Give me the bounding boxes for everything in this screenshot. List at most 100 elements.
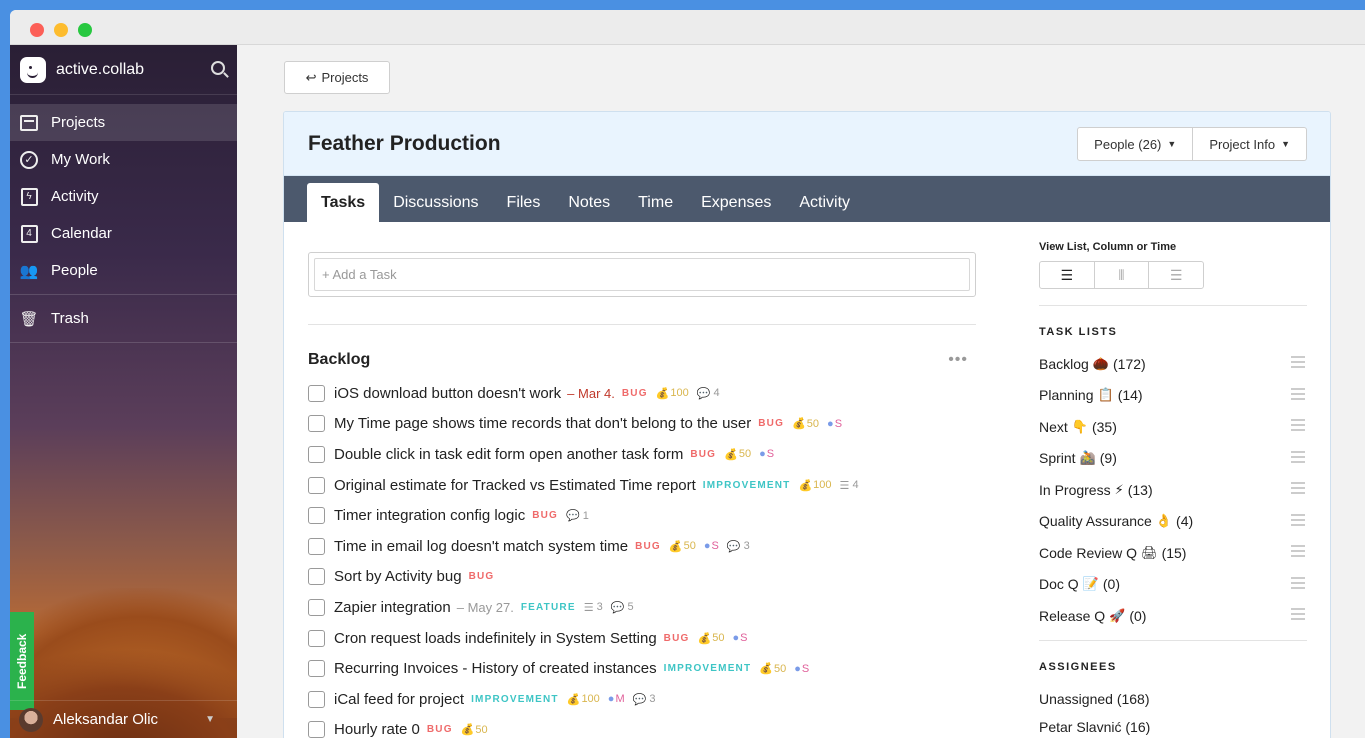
- user-menu[interactable]: Aleksandar Olic ▼: [10, 700, 237, 738]
- project-info-button[interactable]: Project Info ▼: [1193, 127, 1307, 161]
- task-list-item[interactable]: Code Review Q 🖨 (15): [1039, 537, 1307, 569]
- add-task-input[interactable]: [314, 258, 970, 291]
- task-checkbox[interactable]: [308, 629, 325, 647]
- task-checkbox[interactable]: [308, 598, 325, 616]
- close-window-button[interactable]: [30, 23, 44, 37]
- zoom-window-button[interactable]: [78, 23, 92, 37]
- task-checkbox[interactable]: [308, 690, 325, 708]
- task-list-count: (0): [1129, 607, 1147, 624]
- task-checkbox[interactable]: [308, 415, 325, 433]
- title-bar: [10, 10, 1365, 45]
- task-name[interactable]: Cron request loads indefinitely in Syste…: [334, 630, 657, 647]
- sidebar-item-projects[interactable]: Projects: [10, 104, 237, 141]
- task-label: BUG: [426, 724, 453, 736]
- drag-handle-icon[interactable]: [1291, 356, 1305, 368]
- feedback-tab[interactable]: Feedback: [10, 612, 34, 710]
- task-name[interactable]: Hourly rate 0: [334, 721, 420, 738]
- task-row[interactable]: Sort by Activity bug BUG: [308, 562, 976, 593]
- task-checkbox[interactable]: [308, 476, 325, 494]
- drag-handle-icon[interactable]: [1291, 545, 1305, 557]
- task-size-value: S: [711, 540, 719, 553]
- sidebar-item-trash[interactable]: 🗑 Trash: [10, 300, 237, 337]
- drag-handle-icon[interactable]: [1291, 608, 1305, 620]
- task-list-name: Quality Assurance: [1039, 513, 1152, 530]
- task-row[interactable]: Double click in task edit form open anot…: [308, 439, 976, 470]
- drag-handle-icon[interactable]: [1291, 387, 1305, 400]
- task-name[interactable]: My Time page shows time records that don…: [334, 415, 751, 432]
- task-list-item[interactable]: Quality Assurance 👌 (4): [1039, 506, 1307, 538]
- sidebar-item-activity[interactable]: ϟ Activity: [10, 178, 237, 215]
- drag-handle-icon[interactable]: [1291, 513, 1305, 526]
- task-name[interactable]: Original estimate for Tracked vs Estimat…: [334, 477, 696, 494]
- sidebar-item-calendar[interactable]: 4 Calendar: [10, 215, 237, 252]
- tab-notes[interactable]: Notes: [554, 183, 624, 222]
- caret-down-icon: ▼: [1281, 139, 1290, 149]
- task-list-item[interactable]: In Progress ⚡ (13): [1039, 474, 1307, 506]
- task-row[interactable]: Hourly rate 0 BUG 💰 50: [308, 715, 976, 738]
- assignees-title: ASSIGNEES: [1039, 660, 1117, 673]
- task-list-item[interactable]: Next 👇 (35): [1039, 411, 1307, 443]
- task-row[interactable]: iCal feed for project IMPROVEMENT 💰 100 ● M 💬 …: [308, 684, 976, 715]
- sidebar-item-people[interactable]: 👥 People: [10, 252, 237, 289]
- task-row[interactable]: Original estimate for Tracked vs Estimat…: [308, 470, 976, 501]
- task-row[interactable]: iOS download button doesn't work – Mar 4.…: [308, 378, 976, 409]
- task-checkbox[interactable]: [308, 721, 325, 738]
- task-name[interactable]: Sort by Activity bug: [334, 568, 462, 585]
- drag-handle-icon[interactable]: [1291, 482, 1305, 494]
- timeline-view-button[interactable]: ☰: [1149, 262, 1203, 288]
- task-label: IMPROVEMENT: [471, 693, 559, 705]
- search-icon[interactable]: [211, 61, 225, 75]
- tab-discussions[interactable]: Discussions: [379, 183, 492, 222]
- task-name[interactable]: Recurring Invoices - History of created …: [334, 660, 657, 677]
- task-checkbox[interactable]: [308, 537, 325, 555]
- task-checkbox[interactable]: [308, 568, 325, 586]
- sidebar-item-my-work[interactable]: ✓ My Work: [10, 141, 237, 178]
- task-name[interactable]: iOS download button doesn't work: [334, 385, 561, 402]
- assignee-item[interactable]: Unassigned (168): [1039, 685, 1307, 713]
- tab-files[interactable]: Files: [493, 183, 555, 222]
- task-checkbox[interactable]: [308, 384, 325, 402]
- drag-handle-icon[interactable]: [1291, 419, 1305, 431]
- minimize-window-button[interactable]: [54, 23, 68, 37]
- task-list-item[interactable]: Backlog 🌰 (172): [1039, 348, 1307, 380]
- task-due-date: – May 27.: [456, 599, 514, 615]
- task-name[interactable]: Time in email log doesn't match system t…: [334, 538, 628, 555]
- task-row[interactable]: Zapier integration – May 27. FEATURE ☰ 3 💬 5: [308, 592, 976, 623]
- task-row[interactable]: Cron request loads indefinitely in Syste…: [308, 623, 976, 654]
- tab-time[interactable]: Time: [624, 183, 687, 222]
- drag-handle-icon[interactable]: [1291, 576, 1305, 589]
- more-options-icon[interactable]: •••: [948, 351, 968, 369]
- drag-handle-icon[interactable]: [1291, 450, 1305, 463]
- column-view-button[interactable]: ⦀: [1095, 262, 1150, 288]
- back-to-projects-button[interactable]: ↩ Projects: [284, 61, 390, 94]
- assignee-item[interactable]: Petar Slavnić (16): [1039, 713, 1307, 738]
- task-checkbox[interactable]: [308, 507, 325, 525]
- task-name[interactable]: iCal feed for project: [334, 691, 464, 708]
- task-list-item[interactable]: Sprint 🚵 (9): [1039, 443, 1307, 475]
- task-size: ● S: [732, 632, 747, 644]
- tab-expenses[interactable]: Expenses: [687, 183, 785, 222]
- task-checkbox[interactable]: [308, 445, 325, 463]
- tab-tasks[interactable]: Tasks: [307, 183, 380, 222]
- task-size: ● S: [759, 448, 774, 460]
- people-icon: 👥: [19, 262, 39, 280]
- task-row[interactable]: Time in email log doesn't match system t…: [308, 531, 976, 562]
- tab-activity[interactable]: Activity: [785, 183, 864, 222]
- task-checkbox[interactable]: [308, 660, 325, 678]
- task-row[interactable]: My Time page shows time records that don…: [308, 409, 976, 440]
- comment-icon: 💬: [610, 601, 625, 614]
- task-list-item[interactable]: Planning 📋 (14): [1039, 380, 1307, 412]
- task-list-emoji-icon: 📋: [1097, 387, 1114, 403]
- task-name[interactable]: Zapier integration: [334, 599, 451, 616]
- task-row[interactable]: Recurring Invoices - History of created …: [308, 653, 976, 684]
- task-list-item[interactable]: Doc Q 📝 (0): [1039, 569, 1307, 601]
- task-name[interactable]: Timer integration config logic: [334, 507, 525, 524]
- task-list-item[interactable]: Release Q 🚀 (0): [1039, 600, 1307, 632]
- task-row[interactable]: Timer integration config logic BUG 💬 1: [308, 500, 976, 531]
- task-name[interactable]: Double click in task edit form open anot…: [334, 446, 683, 463]
- list-view-button[interactable]: ☰: [1040, 262, 1095, 288]
- task-due-date: – Mar 4.: [567, 385, 615, 401]
- task-comments: 💬 5: [611, 601, 634, 614]
- page-title: Feather Production: [308, 132, 501, 155]
- people-button[interactable]: People (26) ▼: [1077, 127, 1194, 161]
